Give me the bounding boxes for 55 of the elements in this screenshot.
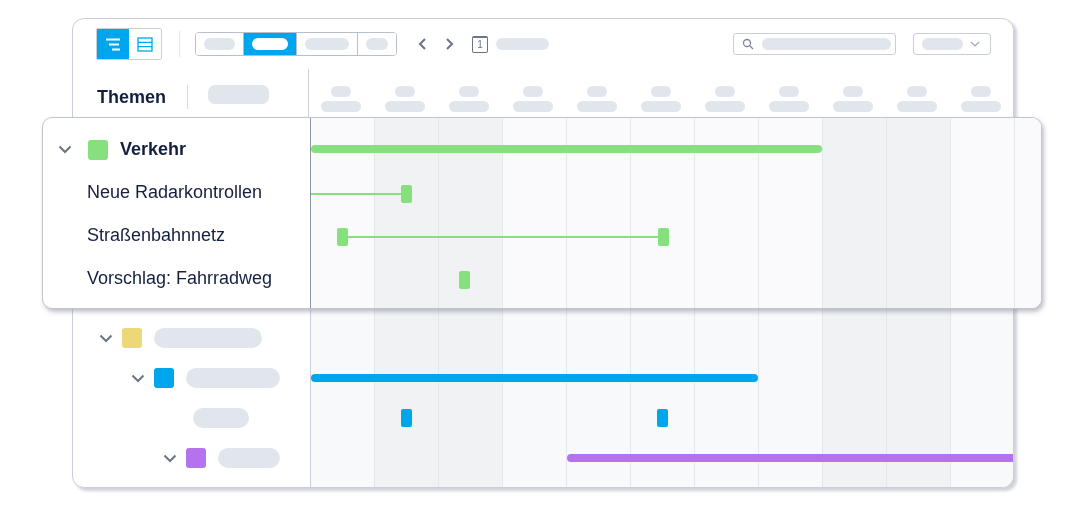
milestone-marker[interactable]: [401, 185, 412, 203]
search-icon: [742, 38, 754, 50]
timeline-bar[interactable]: [311, 374, 758, 382]
placeholder-bar: [587, 86, 607, 97]
placeholder-bar: [218, 448, 280, 468]
calendar-icon[interactable]: 1: [472, 35, 488, 53]
placeholder-bar: [779, 86, 799, 97]
dropdown[interactable]: [913, 33, 991, 55]
placeholder-bar: [577, 101, 617, 112]
placeholder-bar: [971, 86, 991, 97]
placeholder-bar: [459, 86, 479, 97]
placeholder-bar: [769, 101, 809, 112]
placeholder-bar: [193, 408, 249, 428]
milestone-marker[interactable]: [401, 409, 412, 427]
table-view-icon: [137, 36, 153, 52]
placeholder-bar: [449, 101, 489, 112]
placeholder-bar: [715, 86, 735, 97]
placeholder-bar: [897, 101, 937, 112]
placeholder-bar: [843, 86, 863, 97]
placeholder-bar: [385, 101, 425, 112]
topic-item[interactable]: Neue Radarkontrollen: [87, 182, 263, 203]
placeholder-bar: [922, 38, 963, 50]
milestone-marker[interactable]: [657, 409, 668, 427]
milestone-marker[interactable]: [459, 271, 470, 289]
topic-item[interactable]: Straßenbahnnetz: [87, 225, 226, 246]
chevron-down-icon[interactable]: [58, 145, 72, 154]
placeholder-bar: [523, 86, 543, 97]
placeholder-bar: [705, 101, 745, 112]
chevron-down-icon[interactable]: [99, 333, 113, 343]
placeholder-bar: [641, 101, 681, 112]
timeline-bar[interactable]: [567, 454, 1013, 462]
placeholder-bar: [496, 38, 549, 50]
topic-name: Verkehr: [120, 139, 187, 160]
milestone-marker[interactable]: [658, 228, 669, 246]
view-button[interactable]: [97, 29, 129, 59]
placeholder-bar: [651, 86, 671, 97]
chevron-down-icon[interactable]: [131, 373, 145, 383]
search-field[interactable]: [733, 33, 896, 55]
gantt-view-icon: [105, 37, 121, 51]
segment-tab[interactable]: [357, 33, 396, 55]
placeholder-bar: [961, 101, 1001, 112]
placeholder-bar: [513, 101, 553, 112]
column-title: Themen: [97, 85, 166, 108]
timeline-bar[interactable]: [311, 145, 822, 153]
placeholder-bar: [321, 101, 361, 112]
segment-tab[interactable]: [243, 33, 296, 55]
placeholder-bar: [395, 86, 415, 97]
placeholder-bar: [331, 86, 351, 97]
placeholder-bar: [833, 101, 873, 112]
milestone-marker[interactable]: [337, 228, 348, 246]
chevron-down-icon[interactable]: [163, 453, 177, 463]
placeholder-bar: [208, 84, 269, 104]
topic-item[interactable]: Vorschlag: Fahrradweg: [87, 268, 273, 289]
chevron-down-icon: [970, 41, 980, 47]
placeholder-bar: [907, 86, 927, 97]
